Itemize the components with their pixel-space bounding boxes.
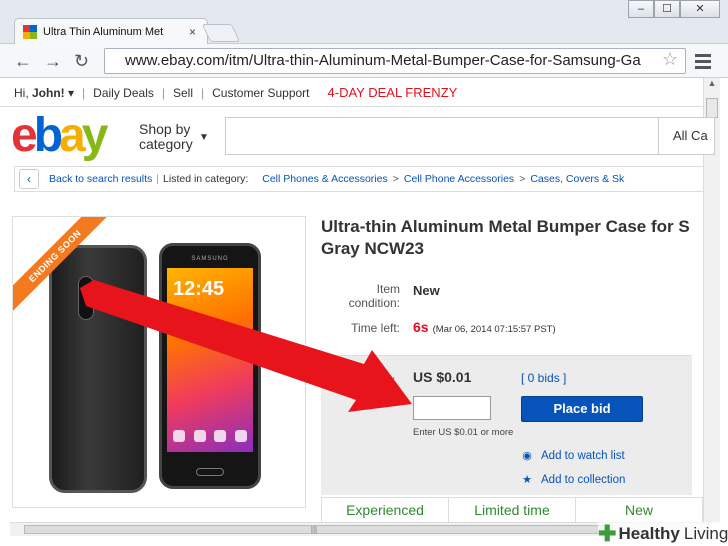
add-to-watch-list-link[interactable]: ◉ Add to watch list xyxy=(521,449,625,463)
tab-title: Ultra Thin Aluminum Met xyxy=(43,25,164,38)
app-icons xyxy=(173,430,247,442)
ebay-logo[interactable]: ebay xyxy=(11,108,109,163)
healthy-living-watermark: ✚ Healthy Living xyxy=(598,521,728,546)
forward-arrow-icon[interactable]: → xyxy=(44,51,62,71)
highlight-card: Limited time xyxy=(449,498,576,522)
product-image[interactable]: SAMSUNG 12:45 ENDING SOON xyxy=(12,216,306,508)
scroll-up-icon[interactable]: ▲ xyxy=(704,78,720,88)
phone-brand: SAMSUNG xyxy=(191,256,229,262)
category-link[interactable]: Cases, Covers & Sk xyxy=(530,173,624,185)
shop-by-line1: Shop by xyxy=(139,121,191,137)
tab-close-icon[interactable]: × xyxy=(189,25,196,39)
star-icon: ★ xyxy=(522,474,532,486)
bid-amount-input[interactable] xyxy=(413,396,491,420)
breadcrumb: ‹ Back to search results | Listed in cat… xyxy=(14,166,704,192)
ebay-top-nav: Hi, John! ▾ | Daily Deals | Sell | Custo… xyxy=(14,85,457,100)
add-to-collection-link[interactable]: ★ Add to collection xyxy=(521,473,626,487)
vertical-scroll-thumb[interactable] xyxy=(706,98,718,118)
cross-logo-icon: ✚ xyxy=(598,521,617,546)
home-button-icon xyxy=(196,468,224,476)
ebay-favicon-icon xyxy=(23,24,37,39)
condition-value: New xyxy=(413,283,440,298)
logo-letter: b xyxy=(33,109,63,162)
search-category-select[interactable]: All Ca xyxy=(658,118,718,154)
condition-label: Item condition: xyxy=(336,282,400,310)
logo-letter: y xyxy=(81,109,109,162)
nav-separator: | xyxy=(82,85,86,100)
seller-highlights: Experienced Limited time New xyxy=(321,497,703,522)
address-bar[interactable]: www.ebay.com/itm/Ultra-thin-Aluminum-Met… xyxy=(104,48,686,74)
phone-clock: 12:45 xyxy=(173,278,225,300)
browser-tab[interactable]: Ultra Thin Aluminum Met × xyxy=(14,18,208,44)
search-input[interactable]: All Ca xyxy=(225,117,715,155)
time-left: 6s xyxy=(413,319,429,335)
item-title: Ultra-thin Aluminum Metal Bumper Case fo… xyxy=(321,216,703,260)
nav-customer-support[interactable]: Customer Support xyxy=(212,86,309,100)
watch-list-label: Add to watch list xyxy=(541,449,625,462)
greeting[interactable]: Hi, John! ▾ xyxy=(14,86,74,100)
phone-front-image: SAMSUNG 12:45 xyxy=(159,243,261,489)
nav-daily-deals[interactable]: Daily Deals xyxy=(93,86,154,100)
current-bid: US $0.01 xyxy=(413,369,472,385)
category-link[interactable]: Cell Phones & Accessories xyxy=(262,173,387,185)
category-link[interactable]: Cell Phone Accessories xyxy=(404,173,514,185)
phone-back-image xyxy=(49,245,147,493)
bid-count-link[interactable]: [ 0 bids ] xyxy=(521,371,566,385)
shop-by-category-button[interactable]: Shop by category ▼ xyxy=(139,121,209,152)
title-line1: Ultra-thin Aluminum Metal Bumper Case fo… xyxy=(321,217,690,236)
minimize-button[interactable]: – xyxy=(628,0,654,18)
caret-down-icon: ▼ xyxy=(199,132,209,143)
bid-label: bid: xyxy=(376,373,396,387)
logo-letter: e xyxy=(11,109,38,162)
condition-label-line1: Item xyxy=(376,282,400,296)
camera-icon xyxy=(78,276,94,320)
maximize-button[interactable]: ☐ xyxy=(654,0,680,18)
close-window-button[interactable]: ✕ xyxy=(680,0,720,18)
deal-frenzy-link[interactable]: 4-DAY DEAL FRENZY xyxy=(328,85,458,100)
highlight-card: Experienced xyxy=(322,498,449,522)
eye-icon: ◉ xyxy=(522,450,532,462)
watermark-word2: Living xyxy=(683,524,728,543)
browser-toolbar: ← → ↻ www.ebay.com/itm/Ultra-thin-Alumin… xyxy=(0,44,728,78)
end-date: (Mar 06, 2014 07:15:57 PST) xyxy=(432,324,556,335)
chevron-down-icon: ▾ xyxy=(68,85,75,100)
back-chevron-icon[interactable]: ‹ xyxy=(19,169,39,189)
window-controls: – ☐ ✕ xyxy=(628,0,720,18)
nav-separator: | xyxy=(201,85,205,100)
username: John! xyxy=(32,85,65,100)
chrome-menu-icon[interactable] xyxy=(695,54,711,72)
breadcrumb-arrow: > xyxy=(392,173,399,185)
breadcrumb-separator: | xyxy=(156,173,160,185)
time-left-label: Time left: xyxy=(351,321,400,335)
listed-in-label: Listed in category: xyxy=(163,173,249,185)
back-to-search-link[interactable]: Back to search results xyxy=(49,173,152,185)
horizontal-scroll-thumb[interactable]: ||| xyxy=(24,525,604,534)
phone-screen: 12:45 xyxy=(167,268,253,452)
bid-panel: bid: US $0.01 [ 0 bids ] Place bid Enter… xyxy=(321,355,692,495)
title-line2: Gray NCW23 xyxy=(321,239,424,258)
logo-letter: a xyxy=(59,109,86,162)
reload-icon[interactable]: ↻ xyxy=(74,51,89,71)
collection-label: Add to collection xyxy=(541,473,626,486)
divider xyxy=(0,106,703,107)
back-arrow-icon[interactable]: ← xyxy=(14,51,32,71)
condition-label-line2: condition: xyxy=(348,296,400,310)
greeting-prefix: Hi, xyxy=(14,85,32,100)
place-bid-button[interactable]: Place bid xyxy=(521,396,643,422)
nav-sell[interactable]: Sell xyxy=(173,86,193,100)
time-left-value: 6s (Mar 06, 2014 07:15:57 PST) xyxy=(413,319,556,335)
shop-by-line2: category xyxy=(139,136,193,152)
bid-hint: Enter US $0.01 or more xyxy=(413,427,514,438)
browser-titlebar: Ultra Thin Aluminum Met × – ☐ ✕ xyxy=(0,0,728,44)
nav-separator: | xyxy=(161,85,165,100)
breadcrumb-arrow: > xyxy=(519,173,526,185)
watermark-word1: Healthy xyxy=(618,524,680,543)
bookmark-star-icon[interactable]: ☆ xyxy=(662,49,678,70)
highlight-card: New xyxy=(624,502,653,518)
